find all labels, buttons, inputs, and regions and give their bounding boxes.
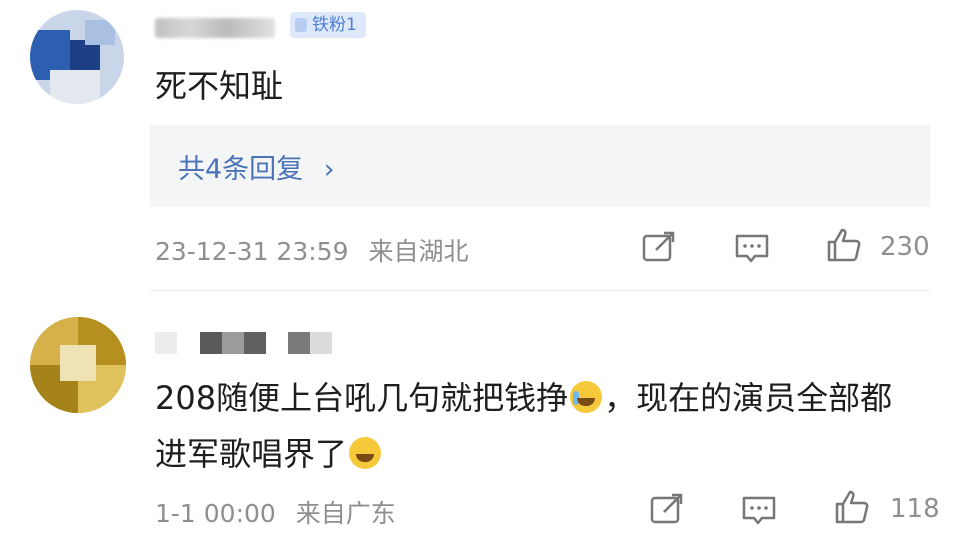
username[interactable] xyxy=(155,332,345,362)
fan-badge[interactable]: 铁粉1 xyxy=(290,12,366,38)
comment-date: 23-12-31 23:59 xyxy=(155,237,349,266)
comment-location: 来自湖北 xyxy=(368,237,469,266)
username-mosaic xyxy=(155,332,177,354)
avatar[interactable] xyxy=(30,10,124,104)
sweat-emoji-icon xyxy=(349,437,382,469)
like-button[interactable] xyxy=(833,488,873,528)
share-icon[interactable] xyxy=(640,228,680,268)
comment-item-2: 208随便上台吼几句就把钱挣 ，现在的演员全部都进军歌唱界了 1-1 00:00 … xyxy=(0,292,960,540)
thumbs-up-icon xyxy=(835,490,869,524)
comment-icon[interactable] xyxy=(740,490,780,530)
comment-text-part1: 208随便上台吼几句就把钱挣 xyxy=(155,379,569,417)
comment-icon[interactable] xyxy=(733,228,773,268)
username-mosaic xyxy=(310,332,332,354)
thumbs-up-icon xyxy=(827,228,861,262)
share-icon[interactable] xyxy=(648,490,688,530)
badge-icon xyxy=(295,18,307,32)
username-blurred xyxy=(155,18,275,38)
comment-location: 来自广东 xyxy=(295,499,396,528)
comment-meta: 23-12-31 23:59 来自湖北 xyxy=(155,232,480,268)
like-count: 118 xyxy=(890,494,940,524)
username[interactable] xyxy=(155,10,275,40)
chevron-right-icon: › xyxy=(323,154,335,185)
username-mosaic xyxy=(288,332,310,354)
comment-meta: 1-1 00:00 来自广东 xyxy=(155,494,408,530)
comment-text: 死不知耻 xyxy=(155,67,284,105)
comment-date: 1-1 00:00 xyxy=(155,499,276,528)
laugh-cry-emoji-icon xyxy=(570,381,603,413)
username-mosaic xyxy=(222,332,244,354)
badge-label: 铁粉1 xyxy=(312,15,357,35)
avatar[interactable] xyxy=(30,317,126,413)
comment-item-1: 铁粉1 死不知耻 共4条回复 › 23-12-31 23:59 来自湖北 230 xyxy=(0,0,960,290)
username-mosaic xyxy=(200,332,222,354)
view-replies-button[interactable]: 共4条回复 › xyxy=(150,125,930,207)
replies-label: 共4条回复 xyxy=(178,154,304,185)
like-count: 230 xyxy=(880,232,930,262)
comment-text: 208随便上台吼几句就把钱挣 ，现在的演员全部都进军歌唱界了 xyxy=(155,370,915,482)
username-mosaic xyxy=(244,332,266,354)
divider xyxy=(150,290,930,291)
like-button[interactable] xyxy=(825,226,865,266)
